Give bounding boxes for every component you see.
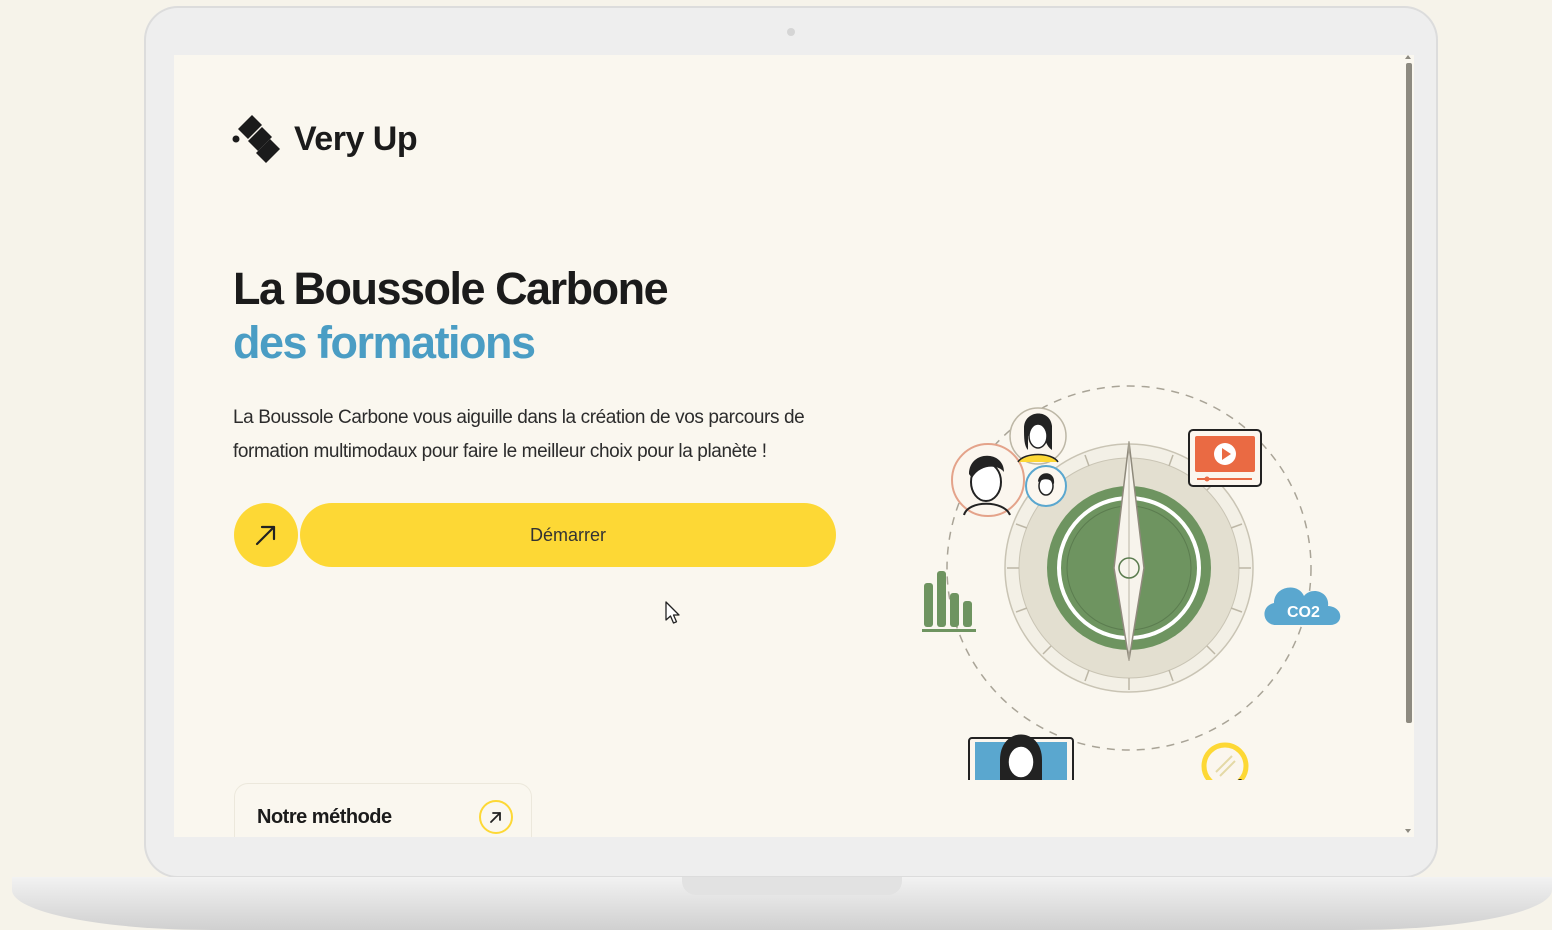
scrollbar-thumb[interactable] (1406, 63, 1412, 723)
method-arrow-button[interactable] (479, 800, 513, 834)
scroll-up-arrow-icon[interactable] (1405, 55, 1411, 59)
magnifier-icon (1201, 742, 1249, 780)
team-avatars-icon (951, 407, 1067, 517)
start-arrow-button[interactable] (234, 503, 298, 567)
very-up-logo-icon (232, 115, 280, 163)
vertical-scrollbar[interactable] (1404, 55, 1414, 837)
compass-illustration: CO2 (922, 385, 1341, 780)
arrow-up-right-icon (255, 525, 276, 546)
method-card[interactable]: Notre méthode (234, 783, 532, 837)
video-player-icon (1188, 429, 1262, 487)
brand-name: Very Up (294, 119, 418, 158)
arrow-up-right-icon (490, 812, 501, 823)
mouse-cursor-icon (665, 601, 680, 624)
webcam (787, 28, 795, 36)
brand-logo[interactable]: Very Up (232, 113, 418, 165)
page-title: La Boussole Carbone (233, 263, 669, 314)
scroll-down-arrow-icon[interactable] (1405, 829, 1411, 833)
browser-viewport: Very Up La Boussole Carbone des formatio… (174, 55, 1414, 837)
video-call-monitor-icon (968, 734, 1074, 780)
page-subtitle: des formations (233, 317, 536, 368)
start-button[interactable]: Démarrer (300, 503, 836, 567)
co2-cloud-icon: CO2 (1264, 587, 1341, 625)
co2-label: CO2 (1287, 604, 1320, 621)
hero-description: La Boussole Carbone vous aiguille dans l… (233, 407, 805, 462)
bar-chart-icon (922, 571, 976, 632)
method-label: Notre méthode (257, 806, 392, 828)
laptop-hinge-notch (682, 877, 902, 895)
